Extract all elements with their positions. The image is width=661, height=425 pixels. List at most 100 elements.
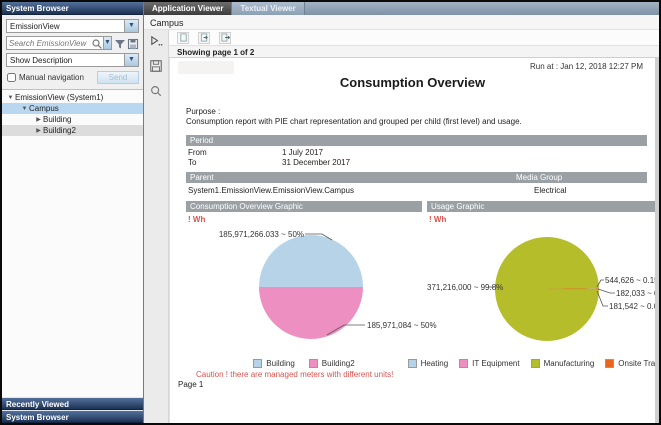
legend-item-manufacturing: Manufacturing [531,359,595,368]
period-label: To [188,158,196,167]
viewer-tabbar: Application ViewerTextual Viewer [144,2,659,15]
tree-item-building2[interactable]: ▶Building2 [2,125,143,136]
legend-item-heating: Heating [408,359,449,368]
search-box [6,36,104,50]
period-value: 31 December 2017 [282,158,350,167]
main-area: Application ViewerTextual Viewer Campus [144,2,659,423]
usage-legend: HeatingIT EquipmentManufacturingOnsite T… [427,359,655,368]
manual-navigation-checkbox[interactable] [7,73,16,82]
legend-label: IT Equipment [472,359,519,368]
media-group-header-label: Media Group [516,173,562,182]
consumption-chart-section: Consumption Overview Graphic ! Wh 185,97… [186,201,422,376]
legend-label: Building [266,359,294,368]
legend-item-onsite-transport: Onsite Transport [605,359,655,368]
legend-label: Manufacturing [544,359,595,368]
unit-warning-right: ! Wh [429,215,446,224]
legend-label: Onsite Transport [618,359,655,368]
period-section-header: Period [186,135,647,146]
zoom-icon[interactable] [148,83,164,99]
tree-expand-icon[interactable]: ▶ [34,127,43,134]
period-row-to: To31 December 2017 [188,158,196,167]
run-report-icon[interactable] [148,33,164,49]
report-title: Consumption Overview [170,75,655,90]
paging-status: Showing page 1 of 2 [169,45,659,58]
tree-item-building[interactable]: ▶Building [2,114,143,125]
legend-swatch [531,359,540,368]
tree-item-label: EmissionView (System1) [15,93,103,102]
pie-callout: 181,542 ~ 0.05% [609,302,655,311]
tree-collapse-icon[interactable]: ▼ [20,106,29,112]
pie-callout: 371,216,000 ~ 99.8% [427,283,487,292]
purpose-label: Purpose : [186,107,645,117]
tree-item-campus[interactable]: ▼Campus [2,103,143,114]
usage-chart-header: Usage Graphic [427,201,655,212]
next-page-icon[interactable] [198,32,210,44]
report-run-at: Run at : Jan 12, 2018 12:27 PM [530,62,643,71]
panel-header-recently-viewed[interactable]: Recently Viewed [2,397,143,410]
manual-navigation-label[interactable]: Manual navigation [19,73,84,82]
system-browser-title[interactable]: System Browser [2,2,143,15]
save-report-icon[interactable] [148,58,164,74]
period-row-from: From1 July 2017 [188,148,207,157]
legend-item-building: Building [253,359,294,368]
navigation-tree: ▼EmissionView (System1)▼Campus▶Building▶… [2,90,143,136]
unit-warning-left: ! Wh [188,215,205,224]
legend-swatch [253,359,262,368]
tree-item-emissionview-system1-[interactable]: ▼EmissionView (System1) [2,92,143,103]
page-footer: Page 1 [178,380,203,389]
search-input[interactable] [7,37,91,49]
view-selector[interactable]: EmissionView ▼ [6,19,139,33]
send-button[interactable]: Send [97,71,139,84]
description-selector[interactable]: Show Description ▼ [6,53,139,67]
page-icon[interactable] [177,32,189,44]
media-group-value: Electrical [534,186,566,195]
search-icon[interactable] [91,37,103,49]
sidebar-controls: EmissionView ▼ ▼ [2,15,143,90]
system-browser-panel: System Browser EmissionView ▼ ▼ [2,2,144,423]
chevron-down-icon[interactable]: ▼ [124,54,138,66]
export-page-icon[interactable] [219,32,231,44]
save-filter-icon[interactable] [127,37,139,49]
report-page: Run at : Jan 12, 2018 12:27 PM Consumpti… [169,58,655,423]
period-value: 1 July 2017 [282,148,323,157]
tab-application-viewer[interactable]: Application Viewer [144,2,232,15]
report-purpose: Purpose : Consumption report with PIE ch… [186,107,645,127]
breadcrumb: Campus [144,15,659,30]
tree-expand-icon[interactable]: ▶ [34,116,43,123]
search-options-chevron-icon[interactable]: ▼ [104,36,112,50]
report-scroll-region[interactable]: Run at : Jan 12, 2018 12:27 PM Consumpti… [169,58,659,423]
tree-item-label: Building2 [43,126,76,135]
legend-item-building2: Building2 [309,359,355,368]
usage-pie-chart [495,237,599,341]
tab-textual-viewer[interactable]: Textual Viewer [232,2,304,15]
parent-section-header: Parent Media Group [186,172,647,183]
filter-icon[interactable] [114,37,126,49]
tree-item-label: Campus [29,104,59,113]
app-window: System Browser EmissionView ▼ ▼ [0,0,661,425]
report-viewer: Showing page 1 of 2 Run at : Jan 12, 201… [169,30,659,423]
panel-header-system-browser[interactable]: System Browser [2,410,143,423]
tree-collapse-icon[interactable]: ▼ [6,95,15,101]
consumption-chart-header: Consumption Overview Graphic [186,201,422,212]
view-selector-value: EmissionView [7,20,124,32]
consumption-pie-area: 185,971,266.033 ~ 50% 185,971,084 ~ 50% [186,227,422,353]
chevron-down-icon[interactable]: ▼ [124,20,138,32]
viewer-tool-rail [144,30,169,423]
search-row: ▼ [6,36,139,50]
parent-values-row: System1.EmissionView.EmissionView.Campus… [188,186,647,195]
usage-pie-area: 371,216,000 ~ 99.8% 544,626 ~ 0.15% 182,… [427,227,655,353]
pie-callout: 182,033 ~ 0% [616,289,655,298]
page-toolbar [169,30,659,45]
usage-chart-section: Usage Graphic ! Wh [427,201,655,376]
parent-header-label: Parent [190,173,214,182]
manual-navigation-row: Manual navigation Send [6,71,139,84]
period-label: From [188,148,207,157]
report-logo-watermark [178,61,234,74]
legend-swatch [459,359,468,368]
tree-item-label: Building [43,115,71,124]
purpose-text: Consumption report with PIE chart repres… [186,117,645,127]
legend-label: Heating [421,359,449,368]
pie-callout: 185,971,266.033 ~ 50% [186,230,304,239]
legend-swatch [605,359,614,368]
legend-swatch [309,359,318,368]
